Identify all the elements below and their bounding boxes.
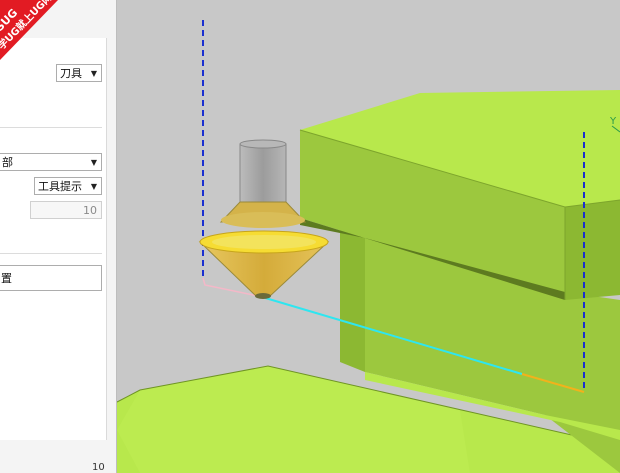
tool-panel: 刀具 ▼ 部 ▼ 工具提示 ▼ 10 置 10	[0, 0, 117, 473]
chevron-down-icon: ▼	[90, 158, 97, 167]
tool-tip	[255, 293, 271, 299]
tooltip-dropdown-label: 工具提示	[38, 180, 82, 193]
panel-divider	[0, 127, 102, 128]
pillar-side-face	[340, 225, 365, 372]
tool-holder-top	[239, 139, 287, 149]
bottom-number: 10	[92, 462, 105, 473]
tool-dropdown[interactable]: 刀具 ▼	[56, 64, 102, 82]
tool-shank-ring	[221, 212, 305, 228]
panel-content	[0, 38, 107, 440]
method-dropdown[interactable]: 部 ▼	[0, 153, 102, 171]
position-field[interactable]: 置	[0, 265, 102, 291]
value-field[interactable]: 10	[30, 201, 102, 219]
method-dropdown-label: 部	[2, 156, 13, 169]
tooltip-dropdown[interactable]: 工具提示 ▼	[34, 177, 102, 195]
chevron-down-icon: ▼	[90, 182, 97, 191]
value-field-text: 10	[83, 204, 97, 217]
position-field-text: 置	[1, 272, 12, 285]
tool-cone-top-highlight	[212, 235, 316, 249]
panel-divider	[0, 253, 102, 254]
axis-y-label: Y	[609, 116, 617, 127]
cad-viewport[interactable]: Y	[117, 0, 620, 473]
tool-dropdown-label: 刀具	[60, 67, 82, 80]
site-watermark: 9SUG 学UG就上UG网	[0, 0, 58, 60]
chevron-down-icon: ▼	[90, 69, 97, 78]
top-block-right-face	[565, 200, 620, 300]
tool-holder	[239, 143, 287, 205]
